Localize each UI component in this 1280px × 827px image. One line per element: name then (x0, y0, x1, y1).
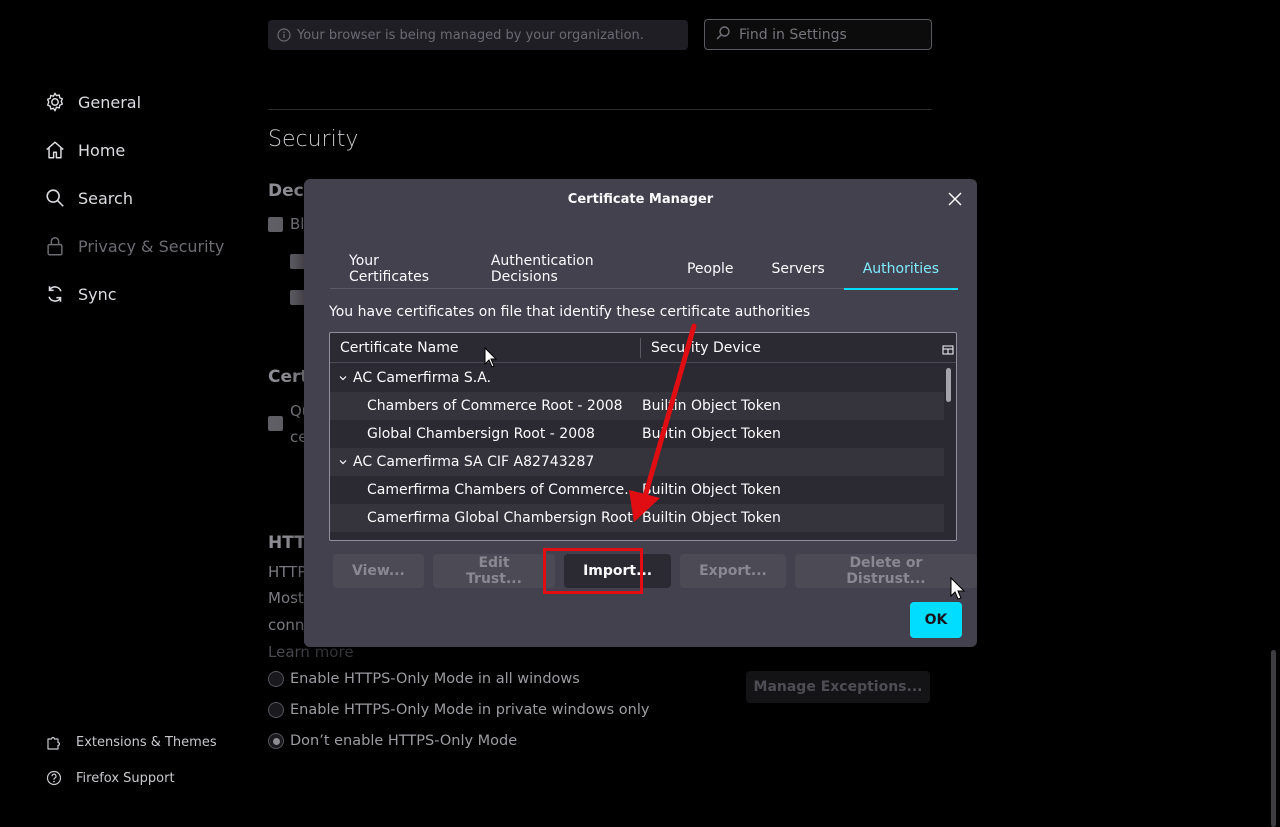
sidebar-item-privacy-security[interactable]: Privacy & Security (44, 222, 244, 270)
partial-text-https-1: HTTP (268, 563, 307, 581)
import-button[interactable]: Import... (564, 554, 672, 588)
tab-servers[interactable]: Servers (752, 249, 843, 289)
dialog-header: Certificate Manager (304, 179, 977, 219)
sync-icon (48, 286, 62, 302)
row-certificate-name: AC Camerfirma SA CIF A82743287 (353, 454, 595, 470)
sidebar-item-label: Privacy & Security (78, 236, 225, 256)
find-in-settings[interactable] (704, 19, 932, 50)
sidebar-item-label: Search (78, 188, 133, 208)
radio-button[interactable] (268, 702, 284, 718)
sidebar-item-label: Extensions & Themes (76, 734, 217, 750)
view-button[interactable]: View... (333, 554, 424, 588)
table-row[interactable]: Camerfirma Global Chambersign Root Built… (330, 504, 944, 532)
sidebar-item-label: Sync (78, 284, 117, 304)
certificate-manager-dialog: Certificate Manager Your Certificates Au… (304, 179, 977, 647)
sidebar-item-label: Home (78, 140, 126, 160)
query-ocsp-checkbox[interactable] (268, 416, 283, 431)
sidebar-item-sync[interactable]: Sync (44, 270, 244, 318)
tree-scrollbar[interactable] (946, 368, 951, 402)
table-row[interactable]: Camerfirma Chambers of Commerce R... Bui… (330, 476, 944, 504)
managed-banner-text: Your browser is being managed by your or… (297, 27, 644, 43)
table-row[interactable]: Global Chambersign Root - 2008 Builtin O… (330, 420, 944, 448)
page-scrollbar[interactable] (1271, 650, 1276, 827)
row-security-device: Builtin Object Token (642, 398, 781, 414)
row-certificate-name: AC Camerfirma S.A. (353, 370, 492, 386)
row-security-device: Builtin Object Token (642, 426, 781, 442)
puzzle-icon (47, 736, 61, 750)
help-icon (46, 770, 62, 786)
radio-button[interactable] (268, 671, 284, 687)
lock-icon (47, 237, 63, 256)
radio-label: Enable HTTPS-Only Mode in all windows (290, 671, 580, 687)
chevron-down-icon[interactable] (338, 373, 348, 383)
certificate-actions: View... Edit Trust... Import... Export..… (333, 554, 977, 588)
certificate-tree[interactable]: Certificate Name Security Device AC Came… (329, 332, 957, 541)
tab-people[interactable]: People (668, 249, 753, 289)
column-header-security-device[interactable]: Security Device (641, 333, 931, 362)
partial-label-block: Bl (290, 215, 305, 233)
search-icon (715, 25, 731, 45)
tab-authorities[interactable]: Authorities (843, 249, 959, 290)
tab-your-certificates[interactable]: Your Certificates (330, 249, 472, 289)
row-certificate-name: Camerfirma Chambers of Commerce R... (367, 482, 642, 498)
ok-button[interactable]: OK (910, 602, 962, 638)
row-certificate-name: Global Chambersign Root - 2008 (367, 426, 595, 442)
export-button[interactable]: Export... (680, 554, 786, 588)
manage-exceptions-button[interactable]: Manage Exceptions... (746, 671, 930, 703)
sub-checkbox-1[interactable] (290, 254, 305, 269)
table-row[interactable]: Chambers of Commerce Root - 2008 Builtin… (330, 392, 944, 420)
chevron-down-icon[interactable] (338, 457, 348, 467)
https-option-disabled[interactable]: Don’t enable HTTPS-Only Mode (268, 733, 517, 749)
search-icon (46, 189, 64, 207)
radio-label: Don’t enable HTTPS-Only Mode (290, 733, 518, 749)
sidebar-footer: Extensions & Themes Firefox Support (46, 724, 246, 796)
close-icon (948, 192, 962, 206)
row-certificate-name: Chambers of Commerce Root - 2008 (367, 398, 623, 414)
sidebar-item-home[interactable]: Home (44, 126, 244, 174)
row-security-device: Builtin Object Token (642, 510, 781, 526)
sidebar-item-firefox-support[interactable]: Firefox Support (46, 760, 246, 796)
column-picker-icon[interactable] (942, 341, 954, 355)
partial-heading-certificates: Cert (268, 367, 309, 387)
row-security-device: Builtin Object Token (642, 482, 781, 498)
edit-trust-button[interactable]: Edit Trust... (432, 554, 556, 588)
radio-button[interactable] (268, 733, 284, 749)
close-button[interactable] (945, 189, 965, 209)
certificate-tabs: Your Certificates Authentication Decisio… (330, 249, 959, 290)
sidebar-item-extensions-themes[interactable]: Extensions & Themes (46, 724, 246, 760)
home-icon (46, 141, 64, 159)
partial-text-https-3: conn (268, 616, 305, 634)
partial-text-https-2: Most (268, 589, 304, 607)
settings-sidebar: General Home Search Privacy & Security S… (44, 78, 244, 318)
sidebar-item-label: Firefox Support (76, 770, 175, 786)
gear-icon (46, 92, 64, 112)
managed-banner[interactable]: Your browser is being managed by your or… (268, 20, 688, 50)
authorities-description: You have certificates on file that ident… (329, 304, 811, 320)
https-option-all-windows[interactable]: Enable HTTPS-Only Mode in all windows (268, 671, 580, 687)
row-certificate-name: Camerfirma Global Chambersign Root (367, 510, 633, 526)
page-title: Security (268, 127, 359, 152)
sub-checkbox-2[interactable] (290, 290, 305, 305)
sidebar-item-search[interactable]: Search (44, 174, 244, 222)
delete-or-distrust-button[interactable]: Delete or Distrust... (794, 554, 977, 588)
sidebar-item-general[interactable]: General (44, 78, 244, 126)
table-row[interactable]: AC Camerfirma S.A. (330, 364, 944, 392)
radio-label: Enable HTTPS-Only Mode in private window… (290, 702, 650, 718)
dialog-title: Certificate Manager (567, 191, 714, 207)
section-divider (268, 109, 932, 110)
find-in-settings-input[interactable] (739, 26, 919, 43)
info-icon (277, 28, 291, 42)
sidebar-item-label: General (78, 92, 142, 112)
table-row[interactable]: AC Camerfirma SA CIF A82743287 (330, 448, 944, 476)
tab-authentication-decisions[interactable]: Authentication Decisions (472, 249, 668, 289)
tree-header: Certificate Name Security Device (330, 333, 956, 363)
tree-rows: AC Camerfirma S.A. Chambers of Commerce … (330, 364, 944, 532)
https-option-private-windows[interactable]: Enable HTTPS-Only Mode in private window… (268, 702, 649, 718)
block-checkbox[interactable] (268, 217, 283, 232)
column-header-certificate-name[interactable]: Certificate Name (330, 337, 641, 358)
